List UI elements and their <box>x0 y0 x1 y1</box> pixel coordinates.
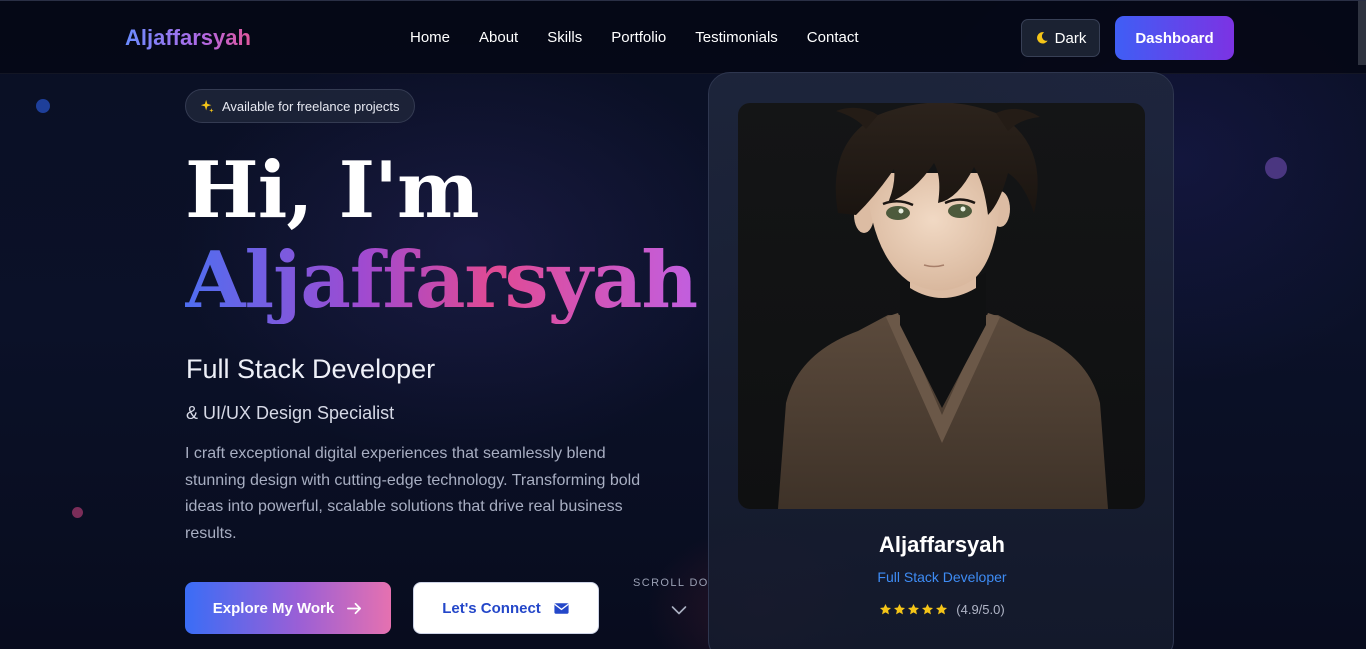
scroll-down-indicator[interactable]: SCROLL DOWN <box>633 577 709 627</box>
page-scrollbar[interactable] <box>1358 1 1366 65</box>
decorative-dot <box>72 507 83 518</box>
theme-toggle-button[interactable]: Dark <box>1021 19 1100 57</box>
moon-icon <box>1036 32 1048 44</box>
decorative-dot <box>1265 157 1287 179</box>
dashboard-button[interactable]: Dashboard <box>1115 16 1234 60</box>
hero-role-title: Full Stack Developer <box>186 354 436 384</box>
availability-badge: Available for freelance projects <box>185 89 415 123</box>
nav-link-skills[interactable]: Skills <box>547 29 582 46</box>
hero-name: Aljaffarsyah <box>185 235 698 326</box>
decorative-dot <box>36 99 50 113</box>
lets-connect-label: Let's Connect <box>442 599 541 617</box>
star-icon <box>894 603 906 615</box>
rating-stars <box>879 603 948 616</box>
nav-link-contact[interactable]: Contact <box>807 29 859 46</box>
nav-link-portfolio[interactable]: Portfolio <box>611 29 666 46</box>
scroll-down-label: SCROLL DOWN <box>633 577 709 589</box>
star-icon <box>936 603 948 615</box>
star-icon <box>908 603 920 615</box>
nav-link-home[interactable]: Home <box>410 29 450 46</box>
profile-rating: (4.9/5.0) <box>709 602 1173 617</box>
hero-role-subtitle: & UI/UX Design Specialist <box>186 403 395 423</box>
explore-work-label: Explore My Work <box>212 599 335 617</box>
nav-link-about[interactable]: About <box>479 29 518 46</box>
profile-card: Aljaffarsyah Full Stack Developer (4.9/5… <box>708 72 1174 649</box>
star-icon <box>922 603 934 615</box>
portrait-illustration <box>778 103 1108 509</box>
sparkle-icon <box>200 99 214 113</box>
profile-portrait <box>738 103 1145 509</box>
rating-text: (4.9/5.0) <box>956 602 1005 617</box>
nav-links: Home About Skills Portfolio Testimonials… <box>410 29 888 46</box>
hero-greeting: Hi, I'm <box>185 145 480 236</box>
arrow-right-icon <box>347 602 362 614</box>
star-icon <box>880 603 892 615</box>
theme-toggle-label: Dark <box>1054 29 1087 47</box>
nav-link-testimonials[interactable]: Testimonials <box>695 29 778 46</box>
navbar: Aljaffarsyah Home About Skills Portfolio… <box>0 0 1366 74</box>
lets-connect-button[interactable]: Let's Connect <box>413 582 599 634</box>
brand-logo[interactable]: Aljaffarsyah <box>125 25 251 51</box>
portfolio-page: Aljaffarsyah Home About Skills Portfolio… <box>0 0 1366 649</box>
hero-description: I craft exceptional digital experiences … <box>185 445 641 542</box>
mail-icon <box>554 602 569 614</box>
badge-text: Available for freelance projects <box>222 98 400 114</box>
chevron-down-icon <box>671 606 687 615</box>
profile-card-role: Full Stack Developer <box>877 569 1007 585</box>
profile-card-name: Aljaffarsyah <box>879 532 1005 557</box>
explore-work-button[interactable]: Explore My Work <box>185 582 391 634</box>
